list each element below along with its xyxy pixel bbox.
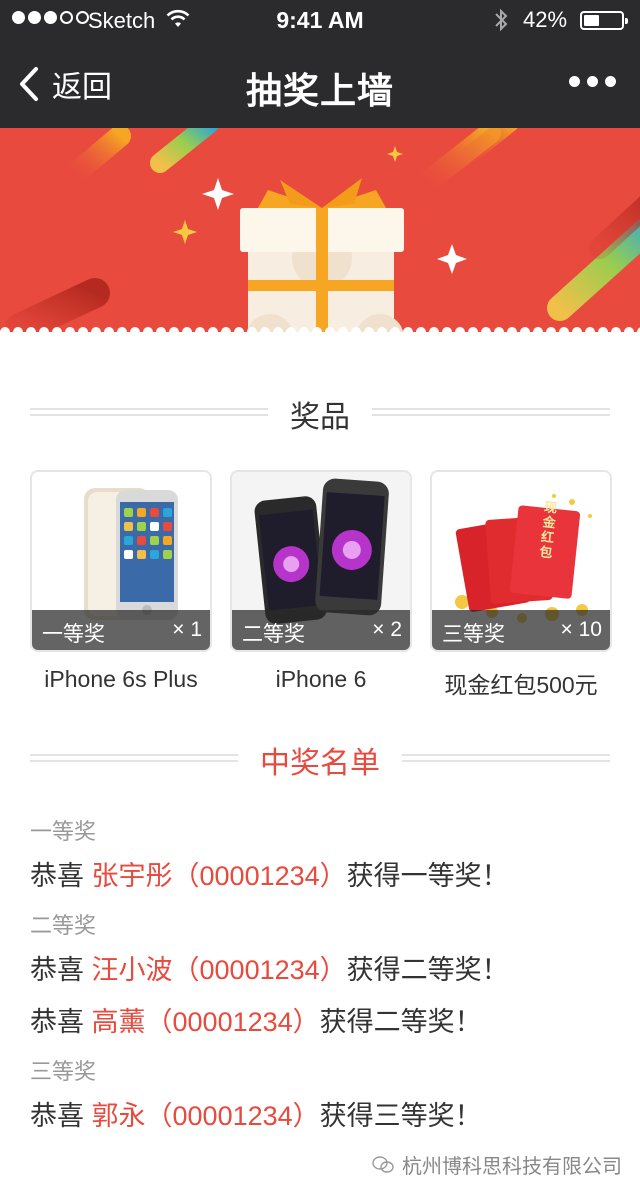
battery-level — [584, 15, 599, 26]
prize-card: 二等奖 × 2 — [230, 470, 412, 652]
winners-section-title: 中奖名单 — [260, 747, 380, 780]
winner-prefix: 恭喜 — [30, 1007, 92, 1037]
prize-tier: 一等奖 — [42, 623, 105, 646]
prize-card: 一等奖 × 1 — [30, 470, 212, 652]
prize-name: 现金红包500元 — [444, 672, 598, 698]
watermark: 杭州博科思科技有限公司 — [372, 1150, 622, 1179]
wechat-icon — [372, 1155, 394, 1173]
prize-name: iPhone 6s Plus — [44, 666, 198, 692]
winner-entry: 恭喜 汪小波（00001234）获得二等奖！ — [30, 944, 610, 996]
winner-entry: 恭喜 郭永（00001234）获得三等奖！ — [30, 1090, 610, 1142]
winner-entry: 恭喜 张宇彤（00001234）获得一等奖！ — [30, 850, 610, 902]
prize-tier-bar: 二等奖 × 2 — [232, 610, 410, 650]
winner-name: 高薰（00001234） — [91, 1007, 320, 1037]
prize-tier-bar: 一等奖 × 1 — [32, 610, 210, 650]
prize-item[interactable]: 二等奖 × 2 iPhone 6 — [230, 470, 412, 693]
winner-tier-group: 二等奖 恭喜 汪小波（00001234）获得二等奖！ 恭喜 高薰（0000123… — [30, 908, 610, 1048]
winner-prefix: 恭喜 — [30, 861, 92, 891]
winner-name: 张宇彤（00001234） — [91, 861, 347, 891]
gift-banner-illustration — [0, 128, 640, 348]
prize-quantity: × 1 — [172, 618, 202, 641]
top-bar: Sketch 9:41 AM 42% 返回 抽奖上墙 — [0, 0, 640, 128]
watermark-text: 杭州博科思科技有限公司 — [402, 1156, 622, 1178]
gift-icon — [240, 178, 404, 348]
winner-tier-group: 一等奖 恭喜 张宇彤（00001234）获得一等奖！ — [30, 814, 610, 902]
winner-suffix: 获得二等奖！ — [319, 1007, 482, 1037]
prize-quantity: × 2 — [372, 618, 402, 641]
prize-name: iPhone 6 — [275, 666, 367, 692]
status-bar: Sketch 9:41 AM 42% — [0, 0, 640, 40]
navigation-bar: 返回 抽奖上墙 — [0, 40, 640, 128]
prize-tier: 三等奖 — [442, 623, 505, 646]
winner-suffix: 获得二等奖！ — [346, 955, 509, 985]
lottery-banner — [0, 128, 640, 348]
winner-tier-label: 一等奖 — [30, 819, 97, 844]
winner-tier-label: 二等奖 — [30, 913, 97, 938]
winner-name: 汪小波（00001234） — [91, 955, 347, 985]
winner-name: 郭永（00001234） — [91, 1101, 320, 1131]
winner-tier-label: 三等奖 — [30, 1059, 97, 1084]
prize-item[interactable]: 一等奖 × 1 iPhone 6s Plus — [30, 470, 212, 693]
winner-entry: 恭喜 高薰（00001234）获得二等奖！ — [30, 996, 610, 1048]
prize-quantity: × 10 — [560, 618, 602, 641]
prize-tier-bar: 三等奖 × 10 — [432, 610, 610, 650]
winner-suffix: 获得一等奖！ — [346, 861, 509, 891]
winner-prefix: 恭喜 — [30, 1101, 92, 1131]
page-title: 抽奖上墙 — [245, 70, 394, 111]
battery-percentage: 42% — [523, 7, 568, 32]
more-icon[interactable] — [569, 76, 616, 87]
prize-list: 一等奖 × 1 iPhone 6s Plus 二等奖 × 2 iPhone 6 … — [30, 470, 612, 700]
winners-section-header: 中奖名单 — [30, 736, 610, 780]
prize-item[interactable]: 现金红包 三等奖 × 10 现金红包500元 — [430, 470, 612, 700]
battery-icon — [580, 11, 628, 30]
winner-tier-group: 三等奖 恭喜 郭永（00001234）获得三等奖！ — [30, 1054, 610, 1142]
winner-list: 一等奖 恭喜 张宇彤（00001234）获得一等奖！ 二等奖 恭喜 汪小波（00… — [30, 810, 610, 1142]
bluetooth-icon — [495, 8, 508, 32]
prizes-section-header: 奖品 — [30, 390, 610, 434]
prize-tier: 二等奖 — [242, 623, 305, 646]
winner-suffix: 获得三等奖！ — [319, 1101, 482, 1131]
prize-card: 现金红包 三等奖 × 10 — [430, 470, 612, 652]
prizes-section-title: 奖品 — [290, 401, 350, 434]
winner-prefix: 恭喜 — [30, 955, 92, 985]
